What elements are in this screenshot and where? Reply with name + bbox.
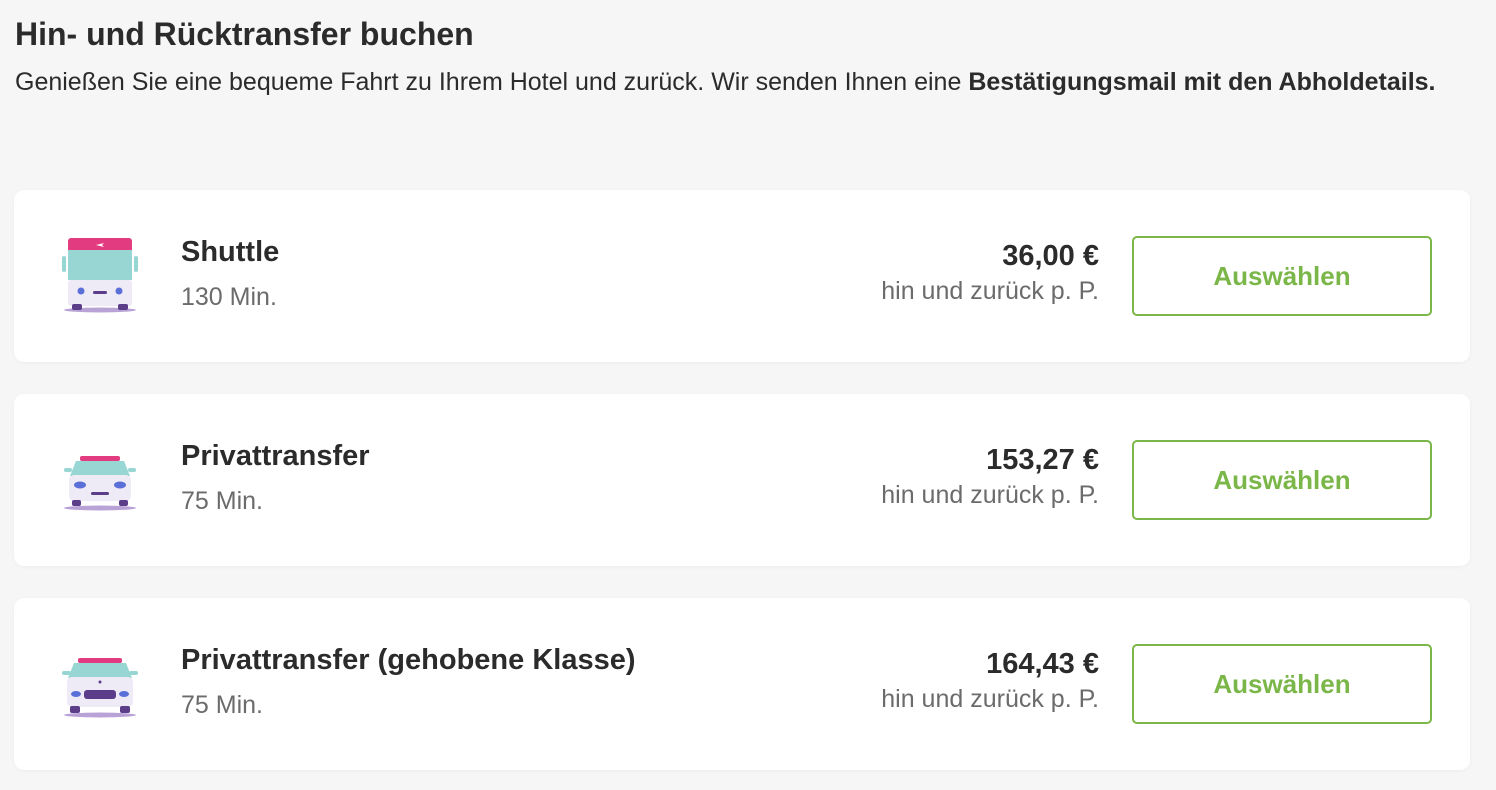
option-title: Privattransfer (gehobene Klasse) — [181, 644, 636, 676]
option-price: 164,43 € — [986, 648, 1099, 680]
option-price-note: hin und zurück p. P. — [881, 685, 1099, 713]
premium-car-icon — [60, 642, 140, 722]
option-duration: 75 Min. — [181, 691, 263, 719]
option-price-note: hin und zurück p. P. — [881, 481, 1099, 509]
select-premium-transfer-button[interactable]: Auswählen — [1132, 644, 1432, 724]
select-shuttle-button[interactable]: Auswählen — [1132, 236, 1432, 316]
transfer-option-private: Privattransfer 75 Min. 153,27 € hin und … — [14, 394, 1470, 566]
option-title: Shuttle — [181, 236, 280, 268]
option-price-note: hin und zurück p. P. — [881, 277, 1099, 305]
intro-text: Genießen Sie eine bequeme Fahrt zu Ihrem… — [15, 62, 1455, 103]
transfer-option-shuttle: Shuttle 130 Min. 36,00 € hin und zurück … — [14, 190, 1470, 362]
option-duration: 130 Min. — [181, 283, 277, 311]
private-car-icon — [60, 438, 140, 518]
shuttle-bus-icon — [60, 234, 140, 314]
intro-text-bold: Bestätigungsmail mit den Abholdetails. — [968, 68, 1436, 96]
select-private-transfer-button[interactable]: Auswählen — [1132, 440, 1432, 520]
option-price: 36,00 € — [1002, 240, 1099, 272]
transfer-booking-page: Hin- und Rücktransfer buchen Genießen Si… — [0, 0, 1496, 790]
transfer-option-premium: Privattransfer (gehobene Klasse) 75 Min.… — [14, 598, 1470, 770]
option-price: 153,27 € — [986, 444, 1099, 476]
intro-text-regular: Genießen Sie eine bequeme Fahrt zu Ihrem… — [15, 68, 969, 96]
page-title: Hin- und Rücktransfer buchen — [15, 16, 474, 52]
option-title: Privattransfer — [181, 440, 370, 472]
option-duration: 75 Min. — [181, 487, 263, 515]
